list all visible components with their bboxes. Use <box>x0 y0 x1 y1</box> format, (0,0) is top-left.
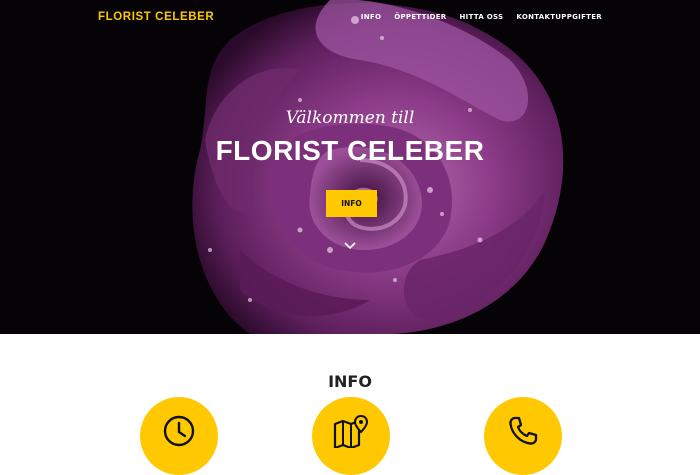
hero-section: FLORIST CELEBER INFO ÖPPETTIDER HITTA OS… <box>0 0 700 334</box>
hero-info-button[interactable]: INFO <box>326 190 377 217</box>
map-pin-icon <box>333 414 369 448</box>
brand-logo-link[interactable]: FLORIST CELEBER <box>98 11 214 23</box>
nav-link-kontaktuppgifter[interactable]: KONTAKTUPPGIFTER <box>516 13 602 21</box>
chevron-down-icon[interactable] <box>342 239 358 253</box>
nav-link-hitta-oss[interactable]: HITTA OSS <box>460 13 504 21</box>
clock-icon <box>163 415 195 447</box>
find-us-circle <box>312 397 390 475</box>
nav-links: INFO ÖPPETTIDER HITTA OSS KONTAKTUPPGIFT… <box>361 13 602 21</box>
rose-background-image <box>192 0 564 334</box>
top-navbar: FLORIST CELEBER INFO ÖPPETTIDER HITTA OS… <box>0 0 700 36</box>
info-section-title: INFO <box>328 372 372 391</box>
hero-heading: FLORIST CELEBER <box>215 135 485 166</box>
nav-link-oppettider[interactable]: ÖPPETTIDER <box>394 13 446 21</box>
hero-lead-in: Välkommen till <box>285 108 415 128</box>
contact-circle <box>484 397 562 475</box>
nav-link-info[interactable]: INFO <box>361 13 381 21</box>
opening-hours-circle <box>140 397 218 475</box>
phone-icon <box>509 416 538 445</box>
